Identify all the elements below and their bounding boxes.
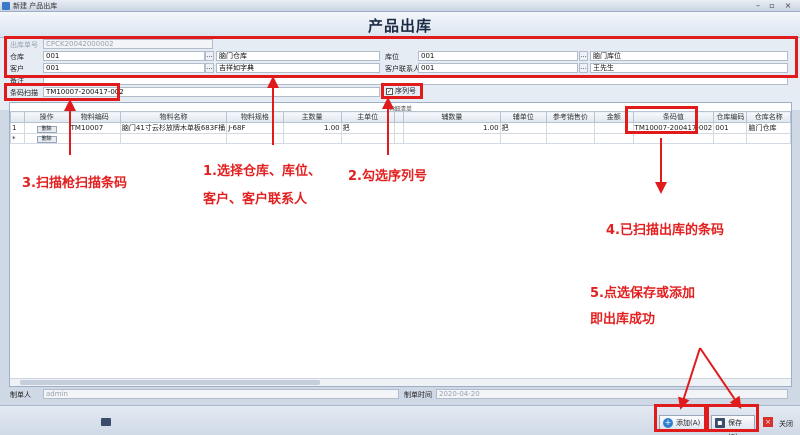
new-row[interactable]: * 删除: [10, 133, 791, 144]
minimize-icon[interactable]: –: [753, 1, 763, 10]
cell-material-code[interactable]: TM10007: [68, 122, 121, 134]
creator-label: 制单人: [10, 391, 31, 399]
cell-main-qty[interactable]: 1.00: [282, 122, 342, 134]
col-header[interactable]: 操作: [23, 111, 70, 123]
annotation-box-serial: [381, 83, 423, 99]
close-window-icon[interactable]: ×: [783, 1, 793, 10]
col-header[interactable]: 主单位: [340, 111, 395, 123]
annotation-box-save: [706, 404, 759, 432]
annotation-box-add: [654, 404, 707, 432]
annotation-step-4: 4.已扫描出库的条码: [606, 223, 724, 238]
annotation-step-5-line-2: 即出库成功: [590, 312, 656, 327]
time-field: 2020-04-20: [436, 389, 788, 399]
window-titlebar: 新建 产品出库 – ▫ ×: [0, 0, 800, 12]
annotation-box-form: [4, 36, 798, 78]
cell-material-name[interactable]: 脑门41寸云杉放牌木单板683F桶: [119, 122, 228, 134]
cell-material-spec[interactable]: J-68F: [226, 122, 284, 134]
maximize-icon[interactable]: ▫: [767, 1, 777, 10]
delete-row-button[interactable]: 删除: [36, 125, 57, 133]
col-header[interactable]: 仓库编码: [713, 111, 748, 123]
annotation-step-2: 2.勾选序列号: [348, 169, 427, 184]
close-icon[interactable]: ×: [763, 417, 773, 427]
col-header[interactable]: 物料编码: [68, 111, 121, 123]
cell-warehouse-name[interactable]: 脑门仓库: [746, 122, 791, 134]
window-title: 新建 产品出库: [13, 2, 58, 10]
delete-row-button[interactable]: 删除: [36, 136, 57, 143]
cell-aux-unit[interactable]: 把: [499, 122, 547, 134]
detail-grid: 明细清单 操作 物料编码 物料名称 物料规格 主数量 主单位 辅数量 辅单位 参…: [9, 102, 792, 387]
print-icon[interactable]: [101, 418, 111, 426]
creator-field: admin: [43, 389, 399, 399]
app-icon: [2, 2, 10, 10]
annotation-step-1-line-2: 客户、客户联系人: [203, 192, 308, 207]
close-button-label[interactable]: 关闭: [779, 419, 793, 429]
footer-fields: 制单人 admin 制单时间 2020-04-20: [0, 389, 800, 399]
col-header[interactable]: 辅数量: [403, 111, 501, 123]
annotation-step-3: 3.扫描枪扫描条码: [22, 176, 127, 191]
col-header[interactable]: 仓库名称: [746, 111, 791, 123]
page-title: 产品出库: [367, 17, 432, 35]
col-header[interactable]: 主数量: [282, 111, 342, 123]
col-header[interactable]: 辅单位: [499, 111, 547, 123]
new-row-marker: *: [10, 133, 25, 144]
annotation-step-5-line-1: 5.点选保存或添加: [590, 286, 695, 301]
time-label: 制单时间: [404, 391, 432, 399]
cell-main-unit[interactable]: 把: [340, 122, 395, 134]
col-header[interactable]: 物料名称: [119, 111, 228, 123]
col-header[interactable]: 参考销售价: [545, 111, 595, 123]
annotation-step-1-line-1: 1.选择仓库、库位、: [203, 164, 321, 179]
annotation-box-scanned: [625, 106, 698, 134]
col-header: [10, 111, 25, 123]
cell-aux-qty[interactable]: 1.00: [403, 122, 501, 134]
cell-warehouse-code[interactable]: 001: [713, 122, 748, 134]
annotation-box-barcode: [4, 83, 120, 101]
col-header: [393, 111, 405, 123]
row-index: 1: [10, 122, 25, 134]
horizontal-scrollbar[interactable]: [10, 378, 791, 386]
page-header: 产品出库: [0, 12, 800, 38]
cell-price[interactable]: [545, 122, 595, 134]
col-header[interactable]: 物料规格: [226, 111, 284, 123]
scrollbar-thumb[interactable]: [20, 380, 320, 385]
